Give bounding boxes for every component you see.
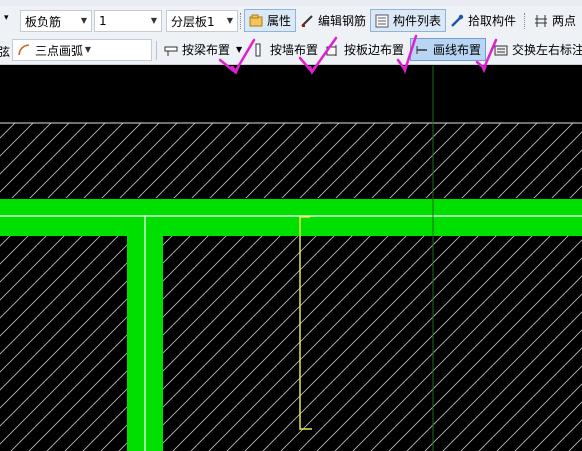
pick-component-icon (450, 14, 464, 28)
toolbar-secondary: 弦 三点画弧 ▼ 按梁布置 ▼ 按墙布置 按板边布置 画线布置 (0, 36, 582, 65)
pick-component-label: 拾取构件 (468, 14, 517, 28)
two-point-button[interactable]: 两点 (530, 9, 580, 32)
properties-icon (249, 14, 263, 28)
slab-edge-layout-label: 按板边布置 (344, 43, 405, 57)
beam-layout-label: 按梁布置 (182, 43, 231, 57)
chevron-down-icon: ▼ (226, 16, 233, 25)
component-type-select[interactable]: 板负筋 ▼ (20, 10, 92, 32)
wall-layout-icon (252, 43, 266, 57)
component-list-icon (375, 14, 389, 28)
arc-icon (17, 43, 31, 57)
two-point-icon (534, 14, 548, 28)
two-point-label: 两点 (552, 14, 577, 28)
wall-layout-label: 按墙布置 (270, 43, 319, 57)
chevron-down-icon: ▼ (84, 45, 91, 54)
line-layout-button[interactable]: 画线布置 (410, 38, 487, 61)
properties-label: 属性 (267, 14, 292, 28)
slab-edge-layout-icon (326, 43, 340, 57)
line-layout-label: 画线布置 (433, 43, 482, 57)
layer-select[interactable]: 1 ▼ (94, 10, 162, 32)
canvas-drawing (0, 66, 582, 451)
component-list-button[interactable]: 构件列表 (370, 9, 447, 32)
arc-mode-value: 三点画弧 (35, 43, 84, 58)
slab-hatch-right (163, 236, 582, 451)
toolbar-primary: ▾ 板负筋 ▼ 1 ▼ 分层板1 ▼ 属性 编辑钢筋 构件列表 拾取构件 两点 (0, 6, 582, 36)
toolbar-grip[interactable] (524, 13, 527, 29)
floor-slab-value: 分层板1 (171, 14, 215, 29)
check-mark-icon (230, 66, 240, 75)
chevron-down-icon: ▼ (236, 45, 243, 54)
check-mark-icon (480, 66, 487, 74)
left-dropdown-arrow[interactable]: ▾ (4, 13, 9, 23)
slab-hatch-left (0, 236, 127, 451)
beam-layout-button[interactable]: 按梁布置 ▼ (160, 38, 246, 61)
component-type-value: 板负筋 (25, 14, 62, 29)
beam-layout-icon (164, 43, 178, 57)
pick-component-button[interactable]: 拾取构件 (446, 9, 520, 32)
check-mark-icon (308, 66, 317, 75)
check-mark-icon (402, 66, 408, 75)
chevron-down-icon: ▼ (80, 16, 87, 25)
toolbar-separator (156, 41, 157, 60)
slab-edge-layout-button[interactable]: 按板边布置 (322, 38, 408, 61)
wall-layout-button[interactable]: 按墙布置 (248, 38, 322, 61)
horizontal-beam[interactable] (0, 199, 582, 236)
toolbar-grip[interactable] (240, 13, 243, 29)
floor-slab-select[interactable]: 分层板1 ▼ (166, 10, 238, 32)
cut-off-label: 弦 (0, 43, 10, 60)
swap-label-button[interactable]: 交换左右标注 (490, 38, 582, 61)
arc-mode-select[interactable]: 三点画弧 ▼ (12, 39, 152, 61)
edit-rebar-icon (300, 14, 314, 28)
line-layout-icon (415, 43, 429, 57)
slab-hatch-top (0, 123, 582, 198)
swap-label-icon (494, 43, 508, 57)
edit-rebar-button[interactable]: 编辑钢筋 (296, 9, 370, 32)
properties-button[interactable]: 属性 (244, 9, 297, 32)
drawing-canvas[interactable] (0, 66, 582, 451)
swap-label-label: 交换左右标注 (512, 43, 582, 57)
edit-rebar-label: 编辑钢筋 (318, 14, 367, 28)
layer-value: 1 (99, 14, 107, 28)
component-list-label: 构件列表 (393, 14, 442, 28)
chevron-down-icon: ▼ (150, 16, 157, 25)
